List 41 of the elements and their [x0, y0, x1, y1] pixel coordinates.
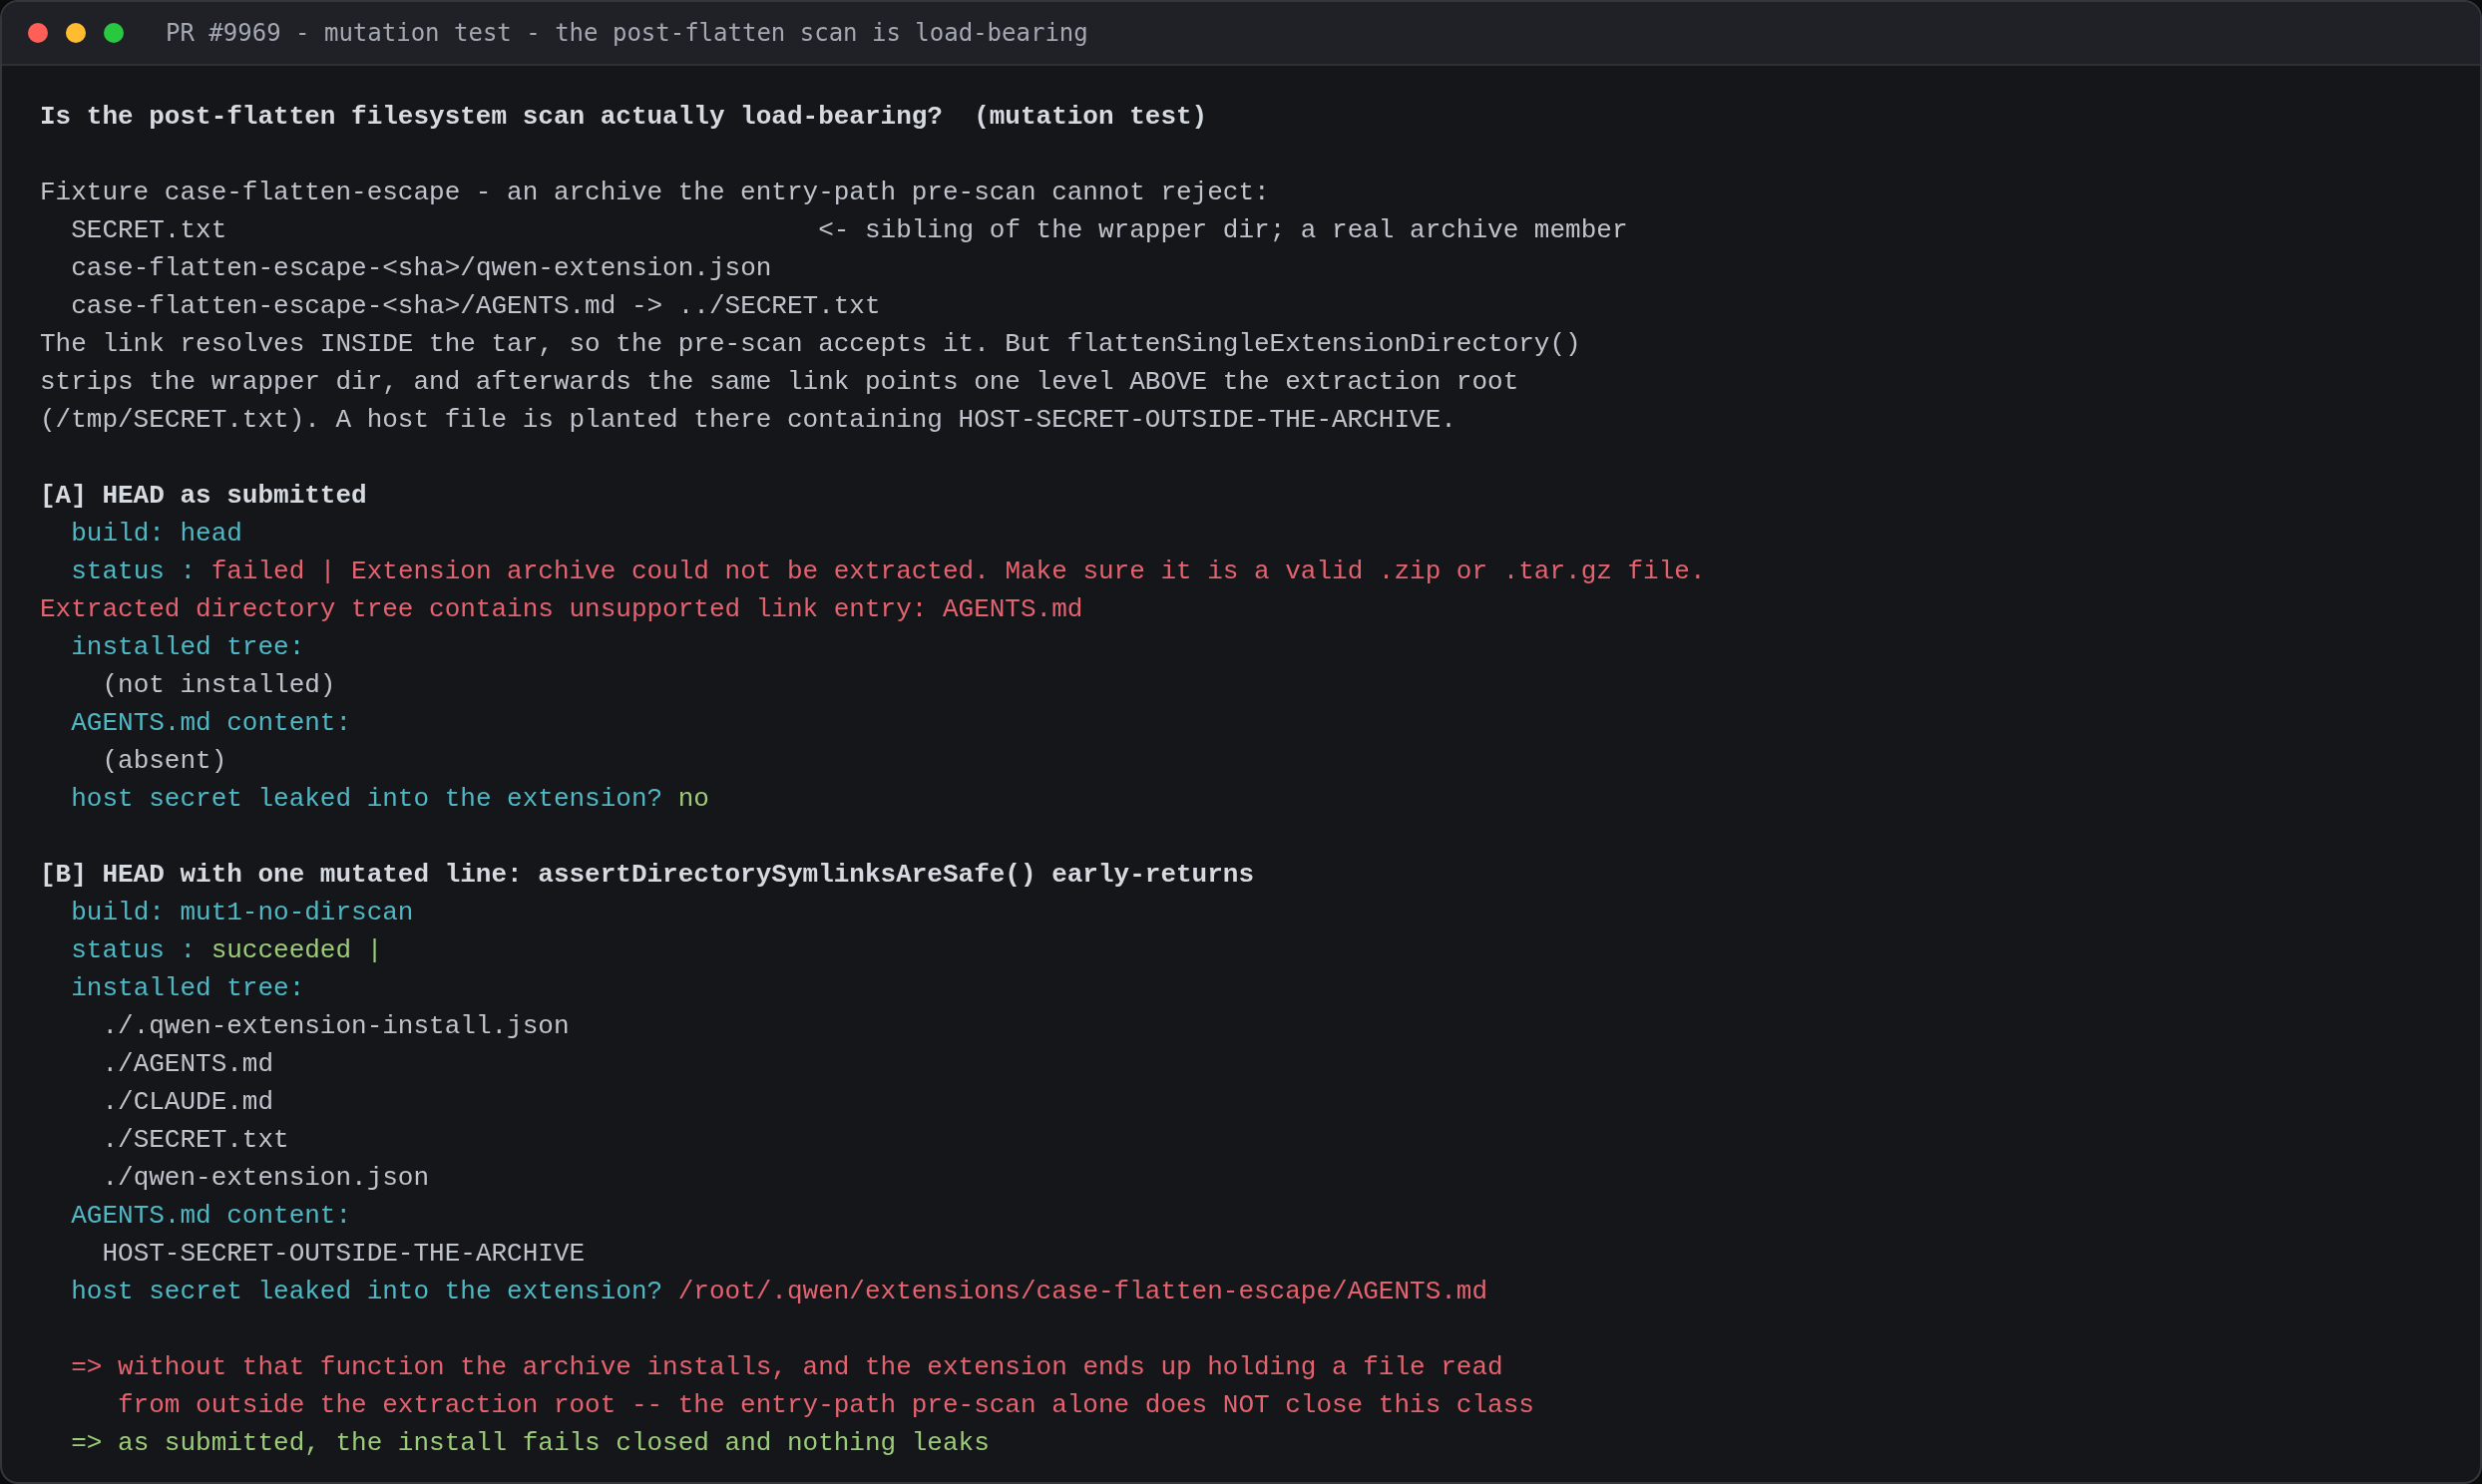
- output-text: Fixture case-flatten-escape - an archive the entry-path pre-scan cannot reject:: [40, 177, 1270, 209]
- output-text: SECRET.txt: [71, 214, 227, 247]
- output-text: case-flatten-escape-<sha>/AGENTS.md -> ../SECRET.txt: [71, 290, 881, 323]
- output-text: ./CLAUDE.md: [102, 1086, 274, 1119]
- field-label: build: head: [71, 518, 242, 551]
- field-label: host secret leaked into the extension?: [71, 1276, 664, 1308]
- output-text: strips the wrapper dir, and afterwards the same link points one level ABOVE the extraction root: [40, 366, 1519, 399]
- output-text: (/tmp/SECRET.txt). A host file is planted there containing HOST-SECRET-OUTSIDE-THE-ARCHIVE.: [40, 404, 1456, 437]
- error-text: failed | Extension archive could not be extracted. Make sure it is a valid .zip or .tar.gz file.: [210, 556, 1706, 588]
- field-label: AGENTS.md content:: [71, 1200, 352, 1233]
- error-text: => without that function the archive installs, and the extension ends up holding a file read: [71, 1351, 1503, 1384]
- field-label: installed tree:: [71, 631, 305, 664]
- section-heading: Is the post-flatten filesystem scan actually load-bearing? (mutation test): [40, 101, 1208, 134]
- output-text: ./qwen-extension.json: [102, 1162, 430, 1195]
- section-heading: [A] HEAD as submitted: [40, 480, 367, 513]
- field-label: host secret leaked into the extension?: [71, 783, 664, 816]
- output-text: (not installed): [102, 669, 336, 702]
- field-label: build: mut1-no-dirscan: [71, 897, 414, 929]
- field-label: status :: [71, 556, 198, 588]
- field-label: AGENTS.md content:: [71, 707, 352, 740]
- close-icon[interactable]: [28, 23, 48, 43]
- output-text: case-flatten-escape-<sha>/qwen-extension.json: [71, 252, 772, 285]
- error-text: Extracted directory tree contains unsupported link entry: AGENTS.md: [40, 593, 1083, 626]
- window-title: PR #9969 - mutation test - the post-flatten scan is load-bearing: [166, 19, 1088, 47]
- field-label: status :: [71, 934, 198, 967]
- output-text: ./.qwen-extension-install.json: [102, 1010, 570, 1043]
- error-text: /root/.qwen/extensions/case-flatten-escape/AGENTS.md: [677, 1276, 1488, 1308]
- minimize-icon[interactable]: [66, 23, 86, 43]
- output-text: The link resolves INSIDE the tar, so the pre-scan accepts it. But flattenSingleExtensionDirectory(): [40, 328, 1581, 361]
- error-text: from outside the extraction root -- the entry-path pre-scan alone does NOT close this class: [118, 1389, 1534, 1422]
- output-text: ./AGENTS.md: [102, 1048, 274, 1081]
- success-text: => as submitted, the install fails closed and nothing leaks: [71, 1427, 990, 1460]
- output-text: HOST-SECRET-OUTSIDE-THE-ARCHIVE: [102, 1238, 586, 1271]
- output-text: ./SECRET.txt: [102, 1124, 289, 1157]
- field-label: installed tree:: [71, 972, 305, 1005]
- success-text: succeeded |: [210, 934, 383, 967]
- maximize-icon[interactable]: [104, 23, 124, 43]
- output-text: <- sibling of the wrapper dir; a real archive member: [818, 214, 1628, 247]
- output-text: (absent): [102, 745, 227, 778]
- success-text: no: [677, 783, 709, 816]
- section-heading: [B] HEAD with one mutated line: assertDirectorySymlinksAreSafe() early-returns: [40, 859, 1254, 892]
